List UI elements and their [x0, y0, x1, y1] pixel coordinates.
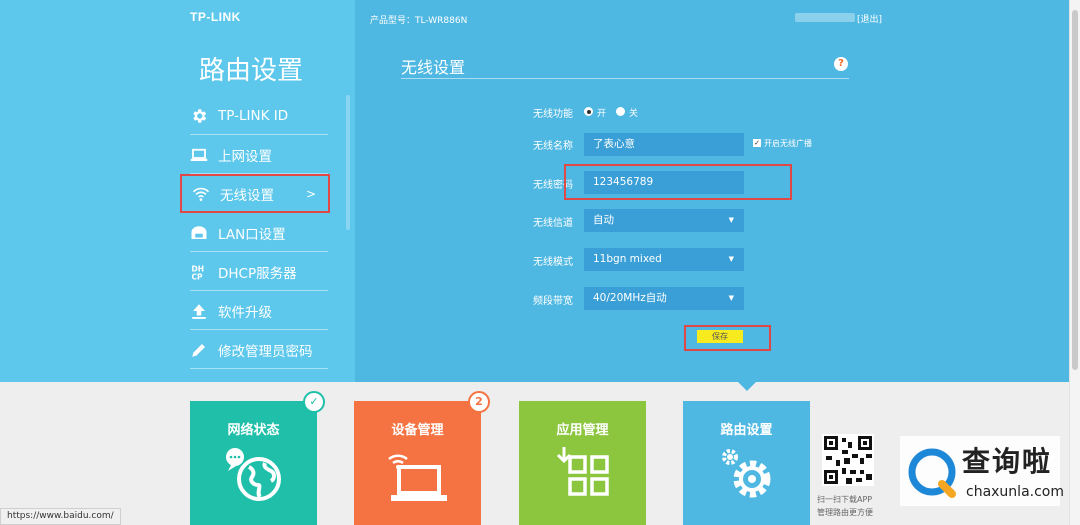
mode-value: 11bgn mixed [593, 253, 662, 265]
sidebar-item-tplink-id[interactable]: TP-LINK ID [180, 96, 330, 135]
section-divider [401, 78, 849, 79]
window-scrollbar-thumb[interactable] [1072, 10, 1078, 370]
watermark-logo-icon [908, 448, 956, 498]
sidebar-item-label: 修改管理员密码 [218, 343, 313, 360]
svg-text:CP: CP [192, 272, 204, 281]
wireless-off-label: 关 [629, 109, 639, 119]
watermark-url: chaxunla.com [966, 484, 1064, 500]
gears-icon [683, 447, 810, 507]
tile-device-management[interactable]: 设备管理 [354, 401, 481, 525]
sidebar-item-upgrade[interactable]: 软件升级 [180, 291, 330, 330]
section-title: 无线设置 [401, 58, 466, 77]
globe-icon [190, 447, 317, 507]
qr-caption: 管理路由更方便 [817, 508, 873, 517]
sidebar-item-lan[interactable]: LAN口设置 [180, 213, 330, 252]
laptop-wifi-icon [354, 447, 481, 507]
brand-logo: TP-LINK [190, 10, 241, 24]
tile-label: 应用管理 [556, 423, 609, 438]
wireless-on-radio[interactable] [584, 107, 593, 116]
wireless-off-radio[interactable] [616, 107, 625, 116]
laptop-icon [190, 146, 208, 164]
tile-label: 路由设置 [720, 423, 773, 438]
sidebar-item-label: 上网设置 [218, 148, 272, 165]
ssid-label: 无线名称 [533, 141, 573, 152]
mode-select[interactable]: 11bgn mixed ▼ [584, 248, 744, 271]
sidebar-item-internet[interactable]: 上网设置 [180, 135, 330, 174]
wifi-icon [192, 185, 210, 203]
tile-app-management[interactable]: 应用管理 [519, 401, 646, 525]
save-highlight-box [684, 325, 771, 351]
qr-caption: 扫一扫下载APP [817, 495, 873, 504]
pencil-icon [190, 341, 208, 359]
sidebar-item-label: LAN口设置 [218, 226, 286, 243]
divider [190, 368, 328, 369]
tile-router-settings[interactable]: 路由设置 [683, 401, 810, 525]
bandwidth-value: 40/20MHz自动 [593, 292, 667, 304]
lan-icon [190, 224, 208, 242]
apps-grid-icon [519, 447, 646, 507]
sidebar-item-label: 无线设置 [220, 187, 274, 204]
qr-code-icon [822, 434, 874, 486]
watermark-text: 查询啦 [962, 445, 1053, 478]
device-count-badge: 2 [468, 391, 490, 413]
sidebar-item-label: TP-LINK ID [218, 107, 289, 124]
status-bar-url: https://www.baidu.com/ [0, 508, 121, 525]
channel-value: 自动 [593, 214, 614, 226]
channel-select[interactable]: 自动 ▼ [584, 209, 744, 232]
tile-network-status[interactable]: 网络状态 [190, 401, 317, 525]
chevron-right-icon: > [305, 186, 316, 201]
sidebar-item-dhcp[interactable]: DH CP DHCP服务器 [180, 252, 330, 291]
tile-label: 设备管理 [391, 423, 444, 438]
bandwidth-label: 频段带宽 [533, 296, 573, 307]
sidebar-scrollbar[interactable] [346, 95, 350, 230]
sidebar-item-label: DHCP服务器 [218, 265, 297, 282]
help-icon[interactable]: ? [834, 57, 848, 71]
sidebar-item-wireless[interactable]: 无线设置 > [180, 174, 330, 213]
password-highlight-box [564, 164, 792, 200]
username-blurred [795, 13, 855, 22]
broadcast-label: 开启无线广播 [764, 139, 812, 148]
page-title: 路由设置 [198, 56, 303, 86]
check-icon: ✓ [303, 391, 325, 413]
logout-link[interactable]: [退出] [857, 12, 882, 25]
ssid-input[interactable]: 了表心意 [584, 133, 744, 156]
broadcast-checkbox[interactable]: ✓ [753, 139, 761, 147]
gear-icon [190, 107, 208, 125]
wireless-on-label: 开 [597, 109, 607, 119]
wireless-func-label: 无线功能 [533, 109, 573, 120]
bandwidth-select[interactable]: 40/20MHz自动 ▼ [584, 287, 744, 310]
dhcp-icon: DH CP [190, 263, 208, 281]
upload-icon [190, 302, 208, 320]
sidebar-menu: TP-LINK ID 上网设置 无线设置 > LAN口设置 DH CP DHCP服… [180, 96, 330, 369]
sidebar-item-label: 软件升级 [218, 304, 272, 321]
chevron-down-icon: ▼ [728, 216, 734, 224]
mode-label: 无线模式 [533, 257, 573, 268]
channel-label: 无线信道 [533, 218, 573, 229]
chevron-down-icon: ▼ [728, 255, 734, 263]
chevron-down-icon: ▼ [728, 294, 734, 302]
product-model: 产品型号：TL-WR886N [370, 16, 468, 26]
tile-label: 网络状态 [227, 423, 280, 438]
sidebar-item-admin-password[interactable]: 修改管理员密码 [180, 330, 330, 369]
active-tile-pointer [738, 382, 756, 391]
